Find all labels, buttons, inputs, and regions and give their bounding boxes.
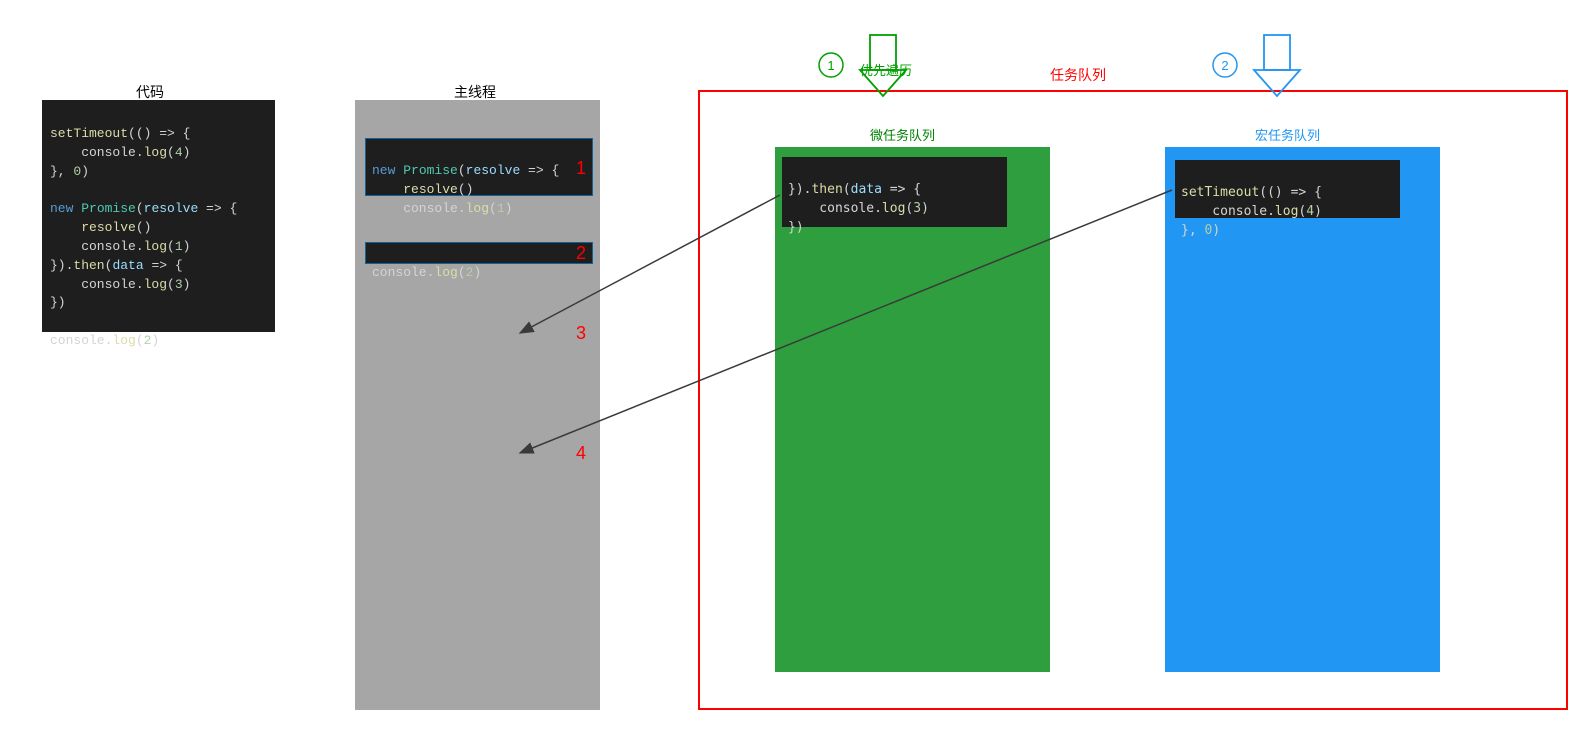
code-token: ) [183, 145, 191, 160]
code-token: log [144, 239, 167, 254]
code-token: 3 [913, 201, 921, 216]
micro-queue-title: 微任务队列 [870, 125, 935, 144]
code-token: data [112, 258, 143, 273]
priority-label: 优先遍历 [860, 60, 912, 79]
code-token: log [144, 145, 167, 160]
code-token: data [851, 182, 882, 197]
code-token: => { [882, 182, 921, 197]
macro-queue-title: 宏任务队列 [1255, 125, 1320, 144]
code-token: ) [183, 277, 191, 292]
code-token: }). [788, 182, 811, 197]
code-token: ) [1212, 223, 1220, 238]
code-token: console. [50, 239, 144, 254]
code-token: then [811, 182, 842, 197]
code-token: Promise [403, 163, 458, 178]
step-4: 4 [576, 443, 586, 464]
code-token: => { [520, 163, 559, 178]
code-token: ( [167, 239, 175, 254]
code-token: console. [372, 201, 466, 216]
thread-item-1: new Promise(resolve => { resolve() conso… [365, 138, 593, 196]
code-token: console. [788, 201, 882, 216]
badge-1-icon: 1 [819, 53, 843, 77]
main-thread-title: 主线程 [435, 82, 515, 102]
code-token [372, 182, 403, 197]
code-token: console. [50, 145, 144, 160]
code-token: ( [167, 145, 175, 160]
code-token: 1 [175, 239, 183, 254]
code-token: ( [843, 182, 851, 197]
code-token: 1 [497, 201, 505, 216]
code-token: ) [505, 201, 513, 216]
code-token: console. [50, 277, 144, 292]
code-token: log [1275, 204, 1298, 219]
code-token: ( [458, 163, 466, 178]
badge-2-icon: 2 [1213, 53, 1237, 77]
code-token [50, 220, 81, 235]
code-token: }, [50, 164, 73, 179]
code-token: () [458, 182, 474, 197]
code-token: () [136, 220, 152, 235]
code-token: (() => { [1259, 185, 1322, 200]
code-token: resolve [466, 163, 521, 178]
step-3: 3 [576, 323, 586, 344]
code-token: ) [473, 265, 481, 280]
code-token: ( [458, 265, 466, 280]
code-token: resolve [144, 201, 199, 216]
step-1: 1 [576, 158, 586, 179]
code-token: ) [151, 333, 159, 348]
step-2: 2 [576, 243, 586, 264]
code-token: ) [81, 164, 89, 179]
micro-task-code: }).then(data => { console.log(3) }) [782, 157, 1007, 227]
thread-item-2: console.log(2) [365, 242, 593, 264]
code-token: new [372, 163, 403, 178]
task-queue-title: 任务队列 [1050, 65, 1106, 85]
code-token: ( [167, 277, 175, 292]
code-token: log [112, 333, 135, 348]
code-token: console. [1181, 204, 1275, 219]
code-token: ) [183, 239, 191, 254]
code-token: setTimeout [50, 126, 128, 141]
code-token: => { [144, 258, 183, 273]
svg-text:2: 2 [1221, 58, 1228, 73]
code-token: setTimeout [1181, 185, 1259, 200]
code-token: console. [50, 333, 112, 348]
code-token: ( [489, 201, 497, 216]
code-token: ( [136, 201, 144, 216]
code-token: }) [50, 295, 66, 310]
code-token: Promise [81, 201, 136, 216]
code-token: resolve [81, 220, 136, 235]
macro-task-code: setTimeout(() => { console.log(4) }, 0) [1175, 160, 1400, 218]
code-token: console. [372, 265, 434, 280]
code-token: (() => { [128, 126, 190, 141]
code-token: 4 [1306, 204, 1314, 219]
code-token: log [882, 201, 905, 216]
code-token: ( [136, 333, 144, 348]
code-token: log [144, 277, 167, 292]
code-token: new [50, 201, 81, 216]
code-token: resolve [403, 182, 458, 197]
code-token: 3 [175, 277, 183, 292]
source-code-block: setTimeout(() => { console.log(4) }, 0) … [42, 100, 275, 332]
code-token: => { [198, 201, 237, 216]
code-token: ) [1314, 204, 1322, 219]
code-title: 代码 [120, 82, 180, 102]
code-token: ) [921, 201, 929, 216]
code-token: }). [50, 258, 73, 273]
code-token: }) [788, 220, 804, 235]
code-token: }, [1181, 223, 1204, 238]
code-token: log [434, 265, 457, 280]
arrow-down-blue-icon [1254, 35, 1300, 96]
svg-text:1: 1 [827, 58, 834, 73]
code-token: log [466, 201, 489, 216]
code-token: 4 [175, 145, 183, 160]
code-token: then [73, 258, 104, 273]
